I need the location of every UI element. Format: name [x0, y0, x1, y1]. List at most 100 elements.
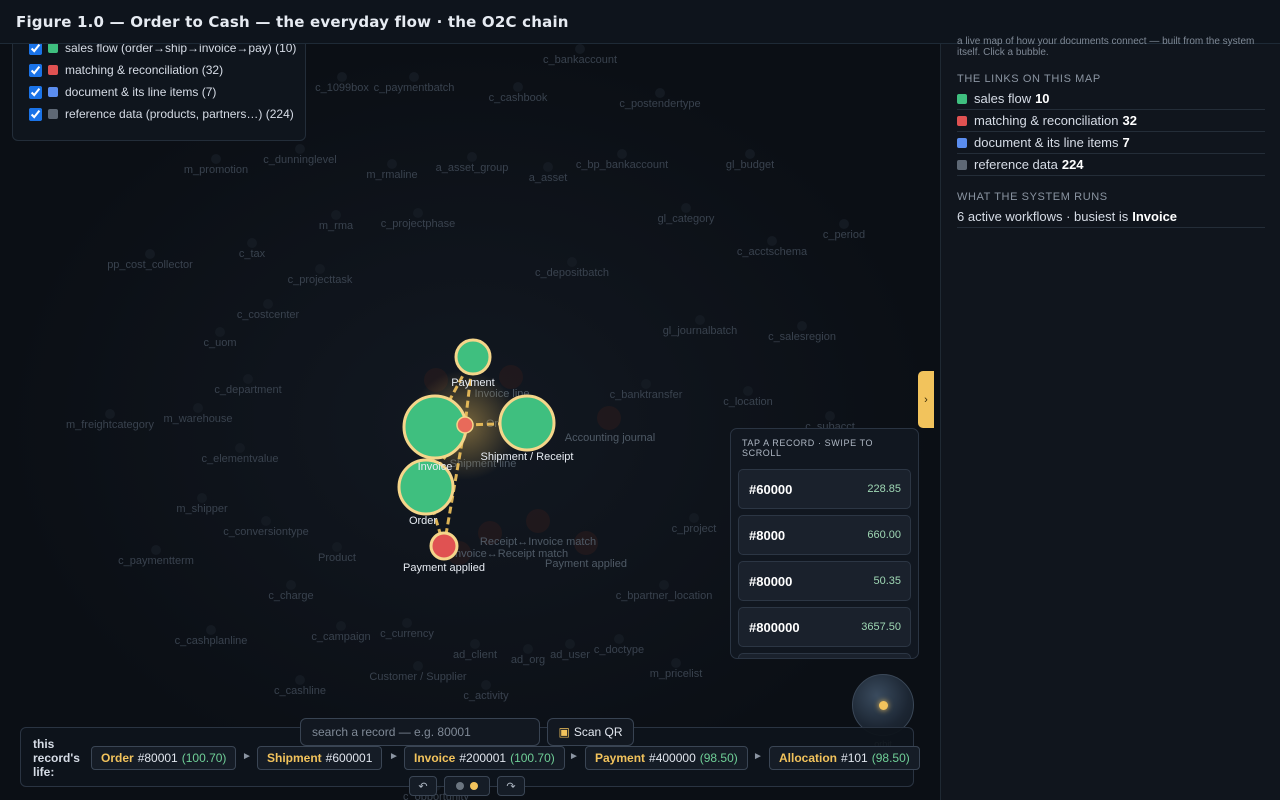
background-node-label: c_paymentbatch: [374, 82, 455, 94]
legend-panel: sales flow (order→ship→invoice→pay) (10)…: [12, 44, 306, 141]
legend-checkbox-sales-flow[interactable]: [29, 44, 42, 55]
faded-node: [526, 509, 550, 533]
legend-checkbox-matching[interactable]: [29, 63, 42, 77]
background-node: [409, 72, 419, 82]
drawer-toggle-button[interactable]: ›: [918, 371, 934, 428]
redo-button[interactable]: ↷: [497, 776, 525, 796]
background-node: [413, 208, 423, 218]
relationship-graph[interactable]: c_bankaccount c_1099box c_paymentbatch c_ca…: [0, 44, 940, 800]
background-node: [575, 44, 585, 54]
faded-node-label: Receipt↔Invoice match: [480, 536, 596, 548]
background-node: [523, 644, 533, 654]
swatch-icon: [957, 115, 967, 126]
record-item[interactable]: [738, 653, 911, 658]
step-id: #200001: [459, 751, 507, 765]
orbit-handle-icon[interactable]: [879, 701, 888, 710]
legend-item-reference-data[interactable]: reference data (products, partners…) (22…: [29, 105, 294, 123]
background-node: [151, 545, 161, 555]
record-id: #60000: [749, 482, 793, 497]
record-item[interactable]: #800000 3657.50: [738, 607, 911, 647]
background-node: [295, 675, 305, 685]
swatch-icon: [48, 87, 58, 97]
background-node-label: c_bankaccount: [543, 54, 617, 66]
step-amount: (100.70): [181, 751, 227, 765]
background-node-label: pp_cost_collector: [107, 259, 193, 271]
legend-checkbox-reference-data[interactable]: [29, 107, 42, 121]
background-node: [565, 639, 575, 649]
legend-label: sales flow (order→ship→invoice→pay) (10): [65, 44, 297, 55]
life-step-shipment[interactable]: Shipment #600001: [257, 746, 383, 770]
arrow-right-icon: ►: [569, 751, 579, 762]
background-node: [481, 680, 491, 690]
background-node: [261, 516, 271, 526]
background-node-label: a_asset_group: [436, 162, 509, 174]
background-node: [263, 299, 273, 309]
pager-dot[interactable]: [456, 782, 464, 790]
background-node: [767, 236, 777, 246]
record-item[interactable]: #80000 50.35: [738, 561, 911, 601]
life-step-invoice[interactable]: Invoice #200001 (100.70): [404, 746, 565, 770]
background-node: [332, 542, 342, 552]
life-step-allocation[interactable]: Allocation #101 (98.50): [769, 746, 920, 770]
record-id: #8000: [749, 528, 786, 543]
link-row-document-lines: document & its line items 7: [957, 132, 1265, 154]
background-node-label: c_activity: [463, 690, 509, 702]
swatch-icon: [48, 65, 58, 75]
link-label: document & its line items: [974, 135, 1119, 150]
background-node-label: m_freightcategory: [66, 419, 155, 431]
legend-label: matching & reconciliation (32): [65, 63, 224, 77]
legend-checkbox-document-lines[interactable]: [29, 85, 42, 99]
pager-dot-active[interactable]: [470, 782, 478, 790]
link-row-reference-data: reference data 224: [957, 154, 1265, 176]
scan-qr-label: Scan QR: [573, 725, 623, 739]
legend-item-matching[interactable]: matching & reconciliation (32): [29, 61, 223, 79]
node-shipment[interactable]: [498, 394, 556, 452]
background-node: [145, 249, 155, 259]
records-panel[interactable]: TAP A RECORD · SWIPE TO SCROLL #60000 22…: [730, 428, 919, 659]
node-payment-applied[interactable]: [429, 531, 459, 561]
focus-record-dot: [456, 416, 474, 434]
step-id: #101: [841, 751, 868, 765]
background-node: [614, 634, 624, 644]
scan-qr-button[interactable]: ▣ Scan QR: [547, 718, 634, 746]
background-node: [315, 264, 325, 274]
legend-item-document-lines[interactable]: document & its line items (7): [29, 83, 216, 101]
background-node-label: c_doctype: [594, 644, 644, 656]
legend-item-sales-flow[interactable]: sales flow (order→ship→invoice→pay) (10): [29, 44, 296, 57]
link-label: matching & reconciliation: [974, 113, 1119, 128]
record-item[interactable]: #60000 228.85: [738, 469, 911, 509]
background-node: [467, 152, 477, 162]
undo-button[interactable]: ↶: [409, 776, 437, 796]
background-node-label: m_pricelist: [650, 668, 703, 680]
background-node: [295, 144, 305, 154]
background-node: [197, 493, 207, 503]
background-node: [567, 257, 577, 267]
life-step-payment[interactable]: Payment #400000 (98.50): [585, 746, 748, 770]
faded-node-label: Accounting journal: [565, 432, 656, 444]
background-node: [797, 321, 807, 331]
arrow-right-icon: ►: [242, 751, 252, 762]
view-pager[interactable]: [444, 776, 490, 796]
record-search-input[interactable]: [300, 718, 540, 746]
background-node: [206, 625, 216, 635]
node-payment[interactable]: [454, 338, 492, 376]
background-node-label: m_rma: [319, 220, 354, 232]
background-node: [235, 443, 245, 453]
background-node-label: c_acctschema: [737, 246, 808, 258]
step-amount: (98.50): [871, 751, 910, 765]
background-node-label: c_projecttask: [288, 274, 353, 286]
step-type: Payment: [595, 751, 646, 765]
graph-canvas[interactable]: c_bankaccount c_1099box c_paymentbatch c_ca…: [0, 44, 940, 800]
background-node: [617, 149, 627, 159]
background-node: [825, 411, 835, 421]
background-node-label: c_salesregion: [768, 331, 836, 343]
faded-node-label: Payment applied: [545, 558, 627, 570]
swatch-icon: [957, 137, 967, 148]
record-id: #800000: [749, 620, 800, 635]
link-count: 7: [1122, 135, 1130, 150]
background-node-label: c_paymentterm: [118, 555, 194, 567]
record-item[interactable]: #8000 660.00: [738, 515, 911, 555]
step-type: Allocation: [779, 751, 838, 765]
life-step-order[interactable]: Order #80001 (100.70): [91, 746, 237, 770]
undo-icon: ↶: [418, 780, 428, 793]
